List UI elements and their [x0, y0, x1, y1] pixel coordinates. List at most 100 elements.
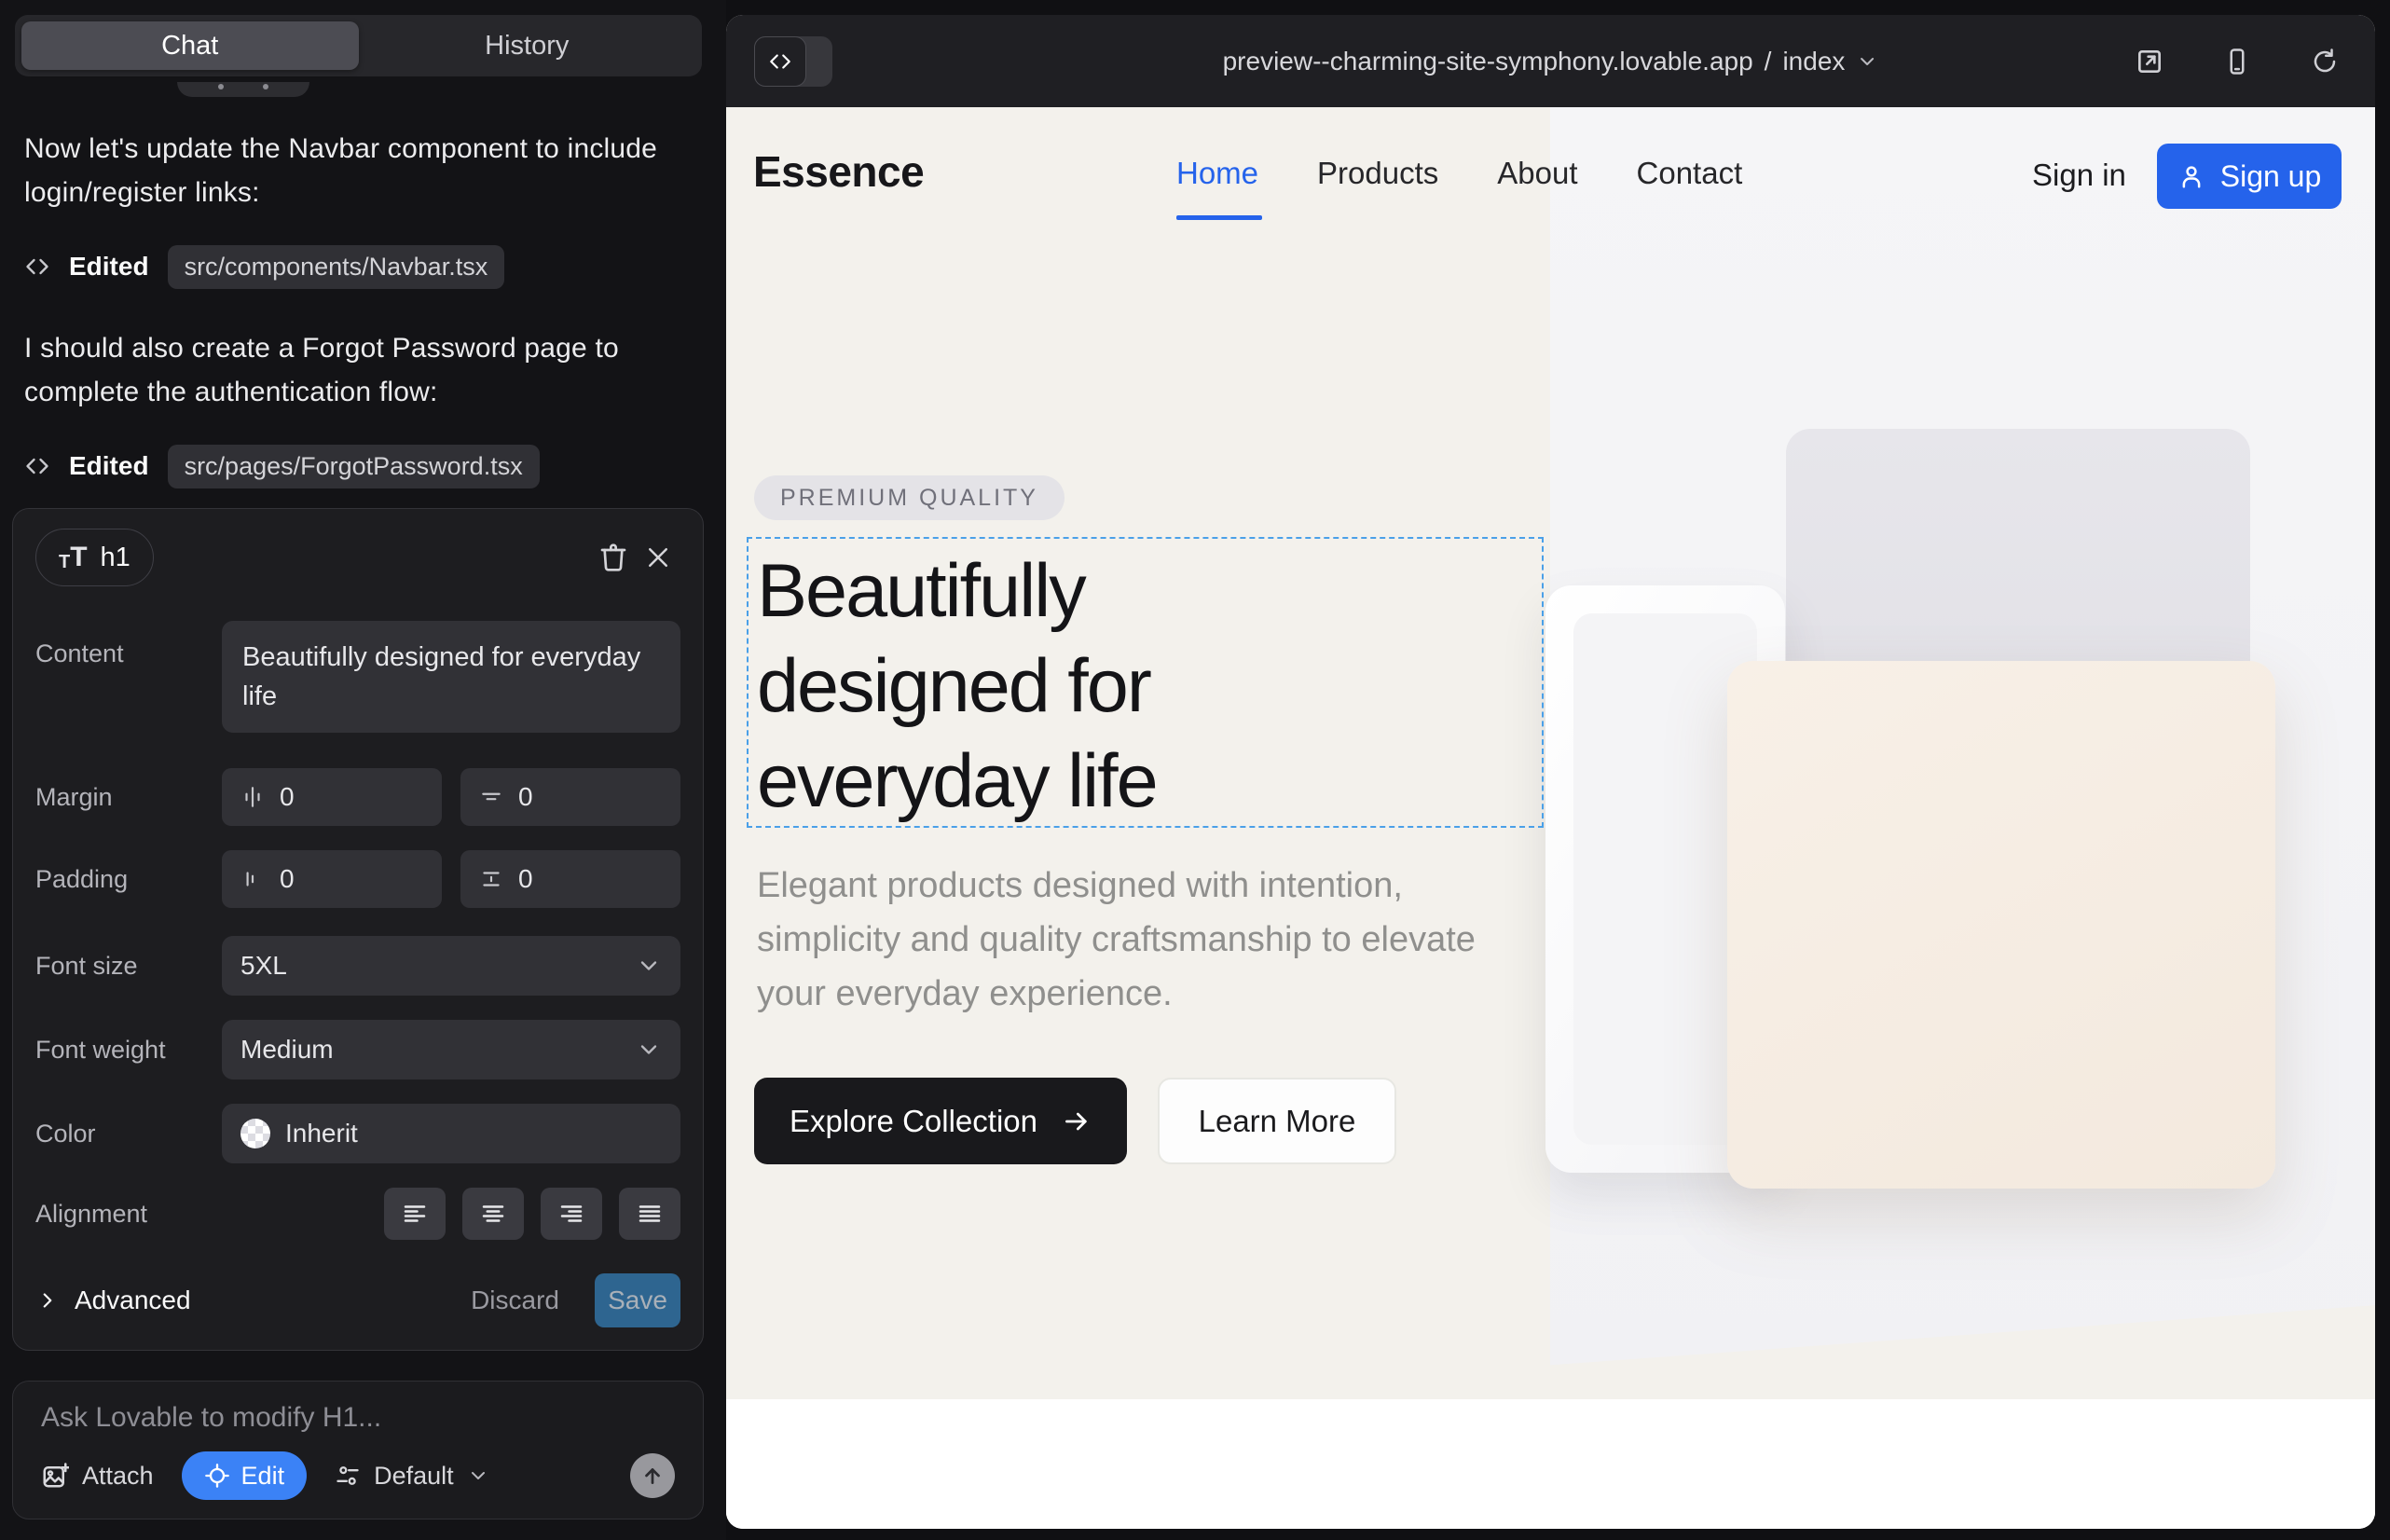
- refresh-button[interactable]: [2302, 39, 2347, 84]
- premium-quality-badge: PREMIUM QUALITY: [754, 475, 1065, 520]
- element-editor-panel: TT h1 Content Beautifully designed: [12, 508, 704, 1351]
- chevron-down-icon: [636, 953, 662, 979]
- edited-file-row: Edited src/pages/ForgotPassword.tsx: [24, 444, 690, 488]
- color-row: Color Inherit: [35, 1104, 680, 1163]
- element-tag-label: h1: [101, 543, 130, 573]
- padding-horizontal-icon: [240, 867, 265, 891]
- url-page: index: [1782, 47, 1845, 76]
- edited-file-row: Edited src/components/Navbar.tsx: [24, 244, 690, 289]
- discard-button[interactable]: Discard: [471, 1286, 559, 1315]
- composer-toolbar: Attach Edit Default: [41, 1451, 675, 1500]
- align-left-button[interactable]: [384, 1188, 446, 1240]
- margin-y-input[interactable]: 0: [460, 768, 680, 826]
- delete-element-button[interactable]: [591, 535, 636, 580]
- smartphone-icon: [2223, 48, 2251, 76]
- attach-button[interactable]: Attach: [41, 1462, 154, 1491]
- tab-history[interactable]: History: [359, 21, 696, 70]
- chat-thread: Now let's update the Navbar component to…: [24, 127, 690, 526]
- edited-label: Edited: [69, 451, 149, 481]
- padding-y-input[interactable]: 0: [460, 850, 680, 908]
- margin-x-value: 0: [280, 782, 295, 812]
- margin-x-input[interactable]: 0: [222, 768, 442, 826]
- font-size-select[interactable]: 5XL: [222, 936, 680, 996]
- explore-collection-button[interactable]: Explore Collection: [754, 1078, 1127, 1164]
- preview-actions: [2127, 39, 2347, 84]
- color-select[interactable]: Inherit: [222, 1104, 680, 1163]
- chat-sidebar: Chat History Now let's update the Navbar…: [0, 0, 726, 1540]
- color-value: Inherit: [285, 1119, 358, 1148]
- lovable-app: Chat History Now let's update the Navbar…: [0, 0, 2390, 1540]
- close-editor-button[interactable]: [636, 535, 680, 580]
- chevron-right-icon: [35, 1288, 60, 1313]
- sign-up-button[interactable]: Sign up: [2157, 144, 2342, 209]
- content-input[interactable]: Beautifully designed for everyday life: [222, 621, 680, 733]
- editor-header: TT h1: [35, 528, 680, 587]
- font-weight-value: Medium: [240, 1035, 334, 1065]
- padding-x-input[interactable]: 0: [222, 850, 442, 908]
- alignment-label: Alignment: [35, 1200, 222, 1229]
- alignment-row: Alignment: [35, 1188, 680, 1240]
- attach-label: Attach: [82, 1462, 154, 1491]
- close-icon: [644, 543, 672, 571]
- default-label: Default: [374, 1462, 454, 1491]
- composer-input[interactable]: Ask Lovable to modify H1...: [41, 1402, 675, 1434]
- content-label: Content: [35, 639, 222, 668]
- hero-heading-line: everyday life: [757, 734, 1157, 829]
- editor-footer: Advanced Discard Save: [35, 1273, 680, 1327]
- padding-vertical-icon: [479, 867, 503, 891]
- padding-y-value: 0: [518, 864, 533, 894]
- font-weight-select[interactable]: Medium: [222, 1020, 680, 1079]
- margin-horizontal-icon: [240, 785, 265, 809]
- save-button[interactable]: Save: [595, 1273, 680, 1327]
- user-icon: [2177, 162, 2205, 190]
- edit-mode-button[interactable]: Edit: [182, 1451, 308, 1500]
- preview-url[interactable]: preview--charming-site-symphony.lovable.…: [1223, 15, 1879, 107]
- text-size-icon: TT: [59, 543, 88, 571]
- open-external-button[interactable]: [2127, 39, 2172, 84]
- site-canvas: Essence Home Products About Contact Sign…: [726, 107, 2375, 1529]
- content-input-value: Beautifully designed for everyday life: [242, 638, 652, 716]
- tab-chat[interactable]: Chat: [21, 21, 359, 70]
- nav-link-about[interactable]: About: [1497, 156, 1577, 191]
- file-chip[interactable]: src/components/Navbar.tsx: [168, 245, 505, 289]
- align-center-icon: [479, 1200, 507, 1228]
- external-link-icon: [2135, 47, 2164, 76]
- color-label: Color: [35, 1120, 222, 1148]
- nav-link-home[interactable]: Home: [1176, 156, 1258, 191]
- hero-heading[interactable]: Beautifully designed for everyday life: [757, 543, 1157, 829]
- align-center-button[interactable]: [462, 1188, 524, 1240]
- url-separator: /: [1765, 47, 1772, 76]
- attach-image-icon: [41, 1462, 69, 1490]
- color-swatch: [240, 1119, 270, 1148]
- sign-in-link[interactable]: Sign in: [2032, 158, 2126, 193]
- font-size-label: Font size: [35, 952, 222, 981]
- font-weight-label: Font weight: [35, 1036, 222, 1065]
- margin-label: Margin: [35, 783, 222, 812]
- align-right-button[interactable]: [541, 1188, 602, 1240]
- advanced-toggle[interactable]: Advanced: [35, 1286, 191, 1315]
- site-logo[interactable]: Essence: [753, 146, 924, 197]
- mobile-view-button[interactable]: [2215, 39, 2260, 84]
- hero-heading-line: designed for: [757, 639, 1157, 734]
- file-chip[interactable]: src/pages/ForgotPassword.tsx: [168, 445, 540, 488]
- edited-label: Edited: [69, 252, 149, 282]
- align-justify-button[interactable]: [619, 1188, 680, 1240]
- arrow-right-icon: [1062, 1107, 1092, 1136]
- code-preview-toggle[interactable]: [754, 36, 832, 87]
- nav-link-products[interactable]: Products: [1317, 156, 1438, 191]
- send-button[interactable]: [630, 1453, 675, 1498]
- selected-element-tag[interactable]: TT h1: [35, 529, 154, 586]
- refresh-icon: [2311, 48, 2339, 76]
- chevron-down-icon: [636, 1037, 662, 1063]
- nav-active-underline: [1176, 215, 1262, 220]
- margin-row: Margin 0 0: [35, 768, 680, 826]
- edit-label: Edit: [241, 1462, 285, 1491]
- font-weight-row: Font weight Medium: [35, 1020, 680, 1079]
- arrow-up-icon: [640, 1464, 665, 1488]
- model-default-button[interactable]: Default: [335, 1462, 489, 1491]
- chat-composer[interactable]: Ask Lovable to modify H1... Attach Edit: [12, 1381, 704, 1519]
- code-icon: [24, 453, 50, 479]
- learn-more-button[interactable]: Learn More: [1158, 1078, 1396, 1164]
- nav-link-contact[interactable]: Contact: [1637, 156, 1743, 191]
- hero-heading-line: Beautifully: [757, 543, 1157, 639]
